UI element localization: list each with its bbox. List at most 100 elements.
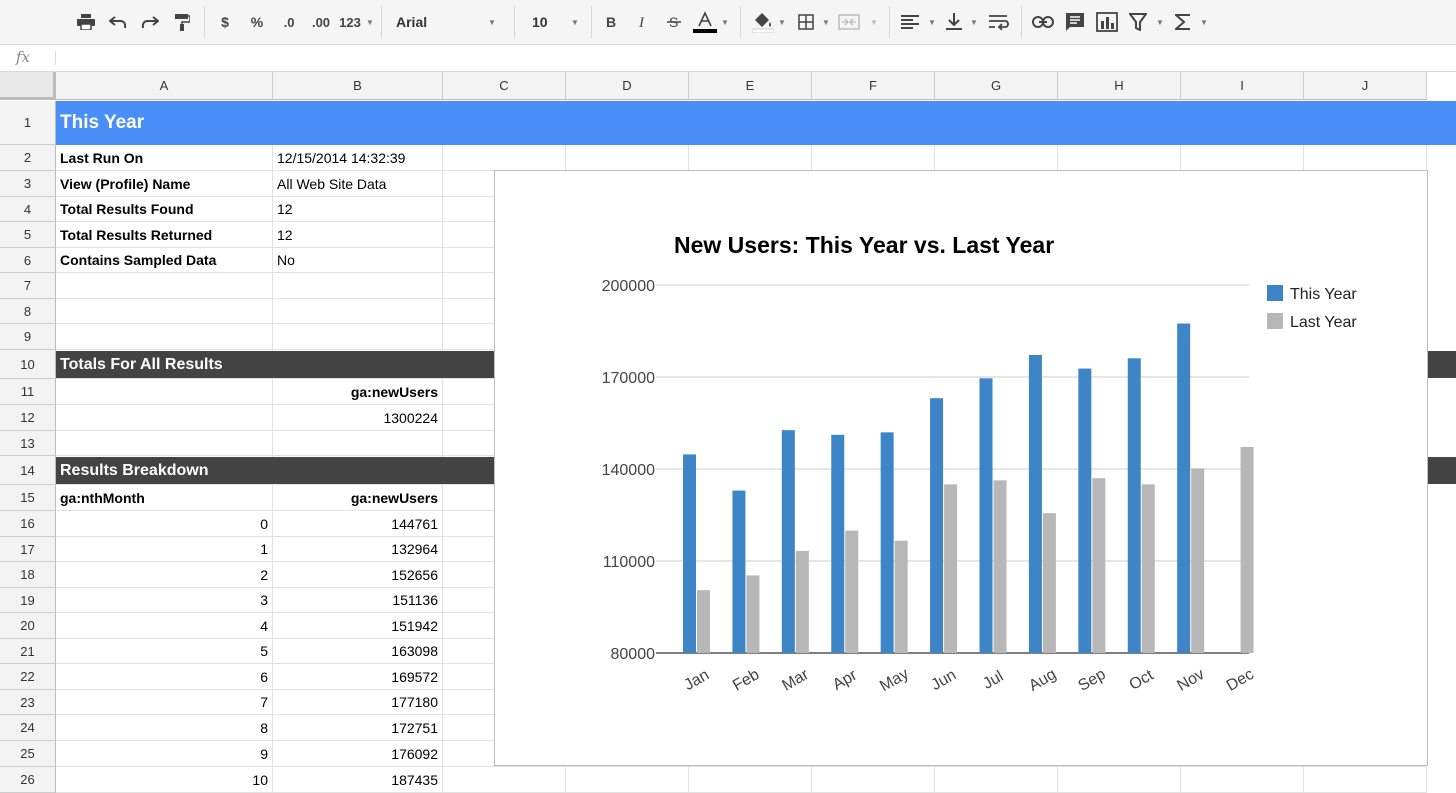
- cell[interactable]: [1181, 767, 1304, 793]
- cell[interactable]: [1304, 767, 1427, 793]
- cell[interactable]: [935, 145, 1058, 171]
- chevron-down-icon[interactable]: ▼: [721, 8, 729, 36]
- chart-icon[interactable]: [1095, 8, 1119, 36]
- new-users-cell[interactable]: 176092: [273, 741, 443, 767]
- bold-icon[interactable]: B: [601, 8, 621, 36]
- new-users-cell[interactable]: 151942: [273, 613, 443, 639]
- chevron-down-icon[interactable]: ▼: [366, 8, 374, 36]
- row-header-14[interactable]: 14: [0, 456, 56, 485]
- row-header-17[interactable]: 17: [0, 537, 56, 562]
- italic-icon[interactable]: I: [633, 8, 653, 36]
- chevron-down-icon[interactable]: ▼: [1156, 8, 1164, 36]
- cell[interactable]: [273, 299, 443, 324]
- cell[interactable]: [935, 767, 1058, 793]
- cell[interactable]: [273, 324, 443, 350]
- meta-value[interactable]: All Web Site Data: [273, 171, 443, 197]
- column-header-b[interactable]: B: [273, 72, 443, 100]
- meta-label[interactable]: Last Run On: [56, 145, 273, 171]
- cell[interactable]: [56, 431, 273, 456]
- chevron-down-icon[interactable]: ▼: [488, 8, 496, 36]
- row-header-1[interactable]: 1: [0, 101, 56, 145]
- meta-value[interactable]: 12: [273, 222, 443, 248]
- new-users-cell[interactable]: 177180: [273, 690, 443, 715]
- embedded-chart[interactable]: New Users: This Year vs. Last Year 200000…: [494, 170, 1428, 766]
- row-header-25[interactable]: 25: [0, 741, 56, 767]
- row-header-23[interactable]: 23: [0, 690, 56, 715]
- row-header-6[interactable]: 6: [0, 248, 56, 273]
- meta-value[interactable]: 12: [273, 197, 443, 222]
- decrease-decimal-button[interactable]: .0: [276, 8, 302, 36]
- cell[interactable]: [56, 379, 273, 405]
- new-users-cell[interactable]: 152656: [273, 562, 443, 588]
- column-header-i[interactable]: I: [1181, 72, 1304, 100]
- month-index-cell[interactable]: 1: [56, 537, 273, 562]
- column-header-h[interactable]: H: [1058, 72, 1181, 100]
- row-header-19[interactable]: 19: [0, 588, 56, 613]
- row-header-9[interactable]: 9: [0, 324, 56, 350]
- borders-icon[interactable]: [795, 8, 817, 36]
- new-users-cell[interactable]: 169572: [273, 664, 443, 690]
- row-header-26[interactable]: 26: [0, 767, 56, 793]
- month-index-cell[interactable]: 8: [56, 715, 273, 741]
- cell[interactable]: [1058, 767, 1181, 793]
- select-all-corner[interactable]: [0, 72, 56, 100]
- new-users-cell[interactable]: 187435: [273, 767, 443, 793]
- strikethrough-icon[interactable]: S: [664, 8, 684, 36]
- chevron-down-icon[interactable]: ▼: [928, 8, 936, 36]
- chevron-down-icon[interactable]: ▼: [571, 8, 579, 36]
- cell[interactable]: [56, 299, 273, 324]
- row-header-10[interactable]: 10: [0, 350, 56, 379]
- cell[interactable]: [56, 273, 273, 299]
- column-header-j[interactable]: J: [1304, 72, 1427, 100]
- cell[interactable]: [566, 767, 689, 793]
- more-formats-button[interactable]: 123: [336, 8, 364, 36]
- totals-value[interactable]: 1300224: [273, 405, 443, 431]
- month-index-cell[interactable]: 10: [56, 767, 273, 793]
- new-users-cell[interactable]: 151136: [273, 588, 443, 613]
- new-users-cell[interactable]: 172751: [273, 715, 443, 741]
- undo-icon[interactable]: [106, 8, 130, 36]
- row-header-24[interactable]: 24: [0, 715, 56, 741]
- column-header-a[interactable]: A: [56, 72, 273, 100]
- cell[interactable]: [812, 767, 935, 793]
- cell[interactable]: [689, 767, 812, 793]
- month-index-cell[interactable]: 3: [56, 588, 273, 613]
- link-icon[interactable]: [1031, 8, 1055, 36]
- text-color-icon[interactable]: [692, 8, 718, 36]
- row-header-18[interactable]: 18: [0, 562, 56, 588]
- meta-value[interactable]: 12/15/2014 14:32:39: [273, 145, 443, 171]
- increase-decimal-button[interactable]: .00: [306, 8, 336, 36]
- month-index-cell[interactable]: 6: [56, 664, 273, 690]
- functions-icon[interactable]: [1172, 8, 1194, 36]
- month-index-cell[interactable]: 2: [56, 562, 273, 588]
- cell[interactable]: [56, 405, 273, 431]
- wrap-icon[interactable]: [987, 8, 1011, 36]
- cell[interactable]: [1181, 145, 1304, 171]
- cell[interactable]: [566, 145, 689, 171]
- comment-icon[interactable]: [1064, 8, 1086, 36]
- totals-column-header[interactable]: ga:newUsers: [273, 379, 443, 405]
- meta-label[interactable]: Total Results Returned: [56, 222, 273, 248]
- column-header-g[interactable]: G: [935, 72, 1058, 100]
- cell[interactable]: [56, 324, 273, 350]
- month-index-cell[interactable]: 9: [56, 741, 273, 767]
- chevron-down-icon[interactable]: ▼: [1200, 8, 1208, 36]
- cell[interactable]: [443, 767, 566, 793]
- meta-label[interactable]: Contains Sampled Data: [56, 248, 273, 273]
- currency-button[interactable]: $: [216, 8, 234, 36]
- row-header-5[interactable]: 5: [0, 222, 56, 248]
- formula-bar[interactable]: fx: [0, 45, 1456, 72]
- new-users-cell[interactable]: 163098: [273, 639, 443, 664]
- percent-button[interactable]: %: [246, 8, 268, 36]
- chevron-down-icon[interactable]: ▼: [778, 8, 786, 36]
- row-header-13[interactable]: 13: [0, 431, 56, 456]
- row-header-4[interactable]: 4: [0, 197, 56, 222]
- cell[interactable]: [273, 431, 443, 456]
- filter-icon[interactable]: [1127, 8, 1149, 36]
- fill-color-icon[interactable]: [750, 8, 776, 36]
- new-users-cell[interactable]: 144761: [273, 511, 443, 537]
- row-header-21[interactable]: 21: [0, 639, 56, 664]
- cell[interactable]: [689, 145, 812, 171]
- row-header-15[interactable]: 15: [0, 485, 56, 511]
- column-header-e[interactable]: E: [689, 72, 812, 100]
